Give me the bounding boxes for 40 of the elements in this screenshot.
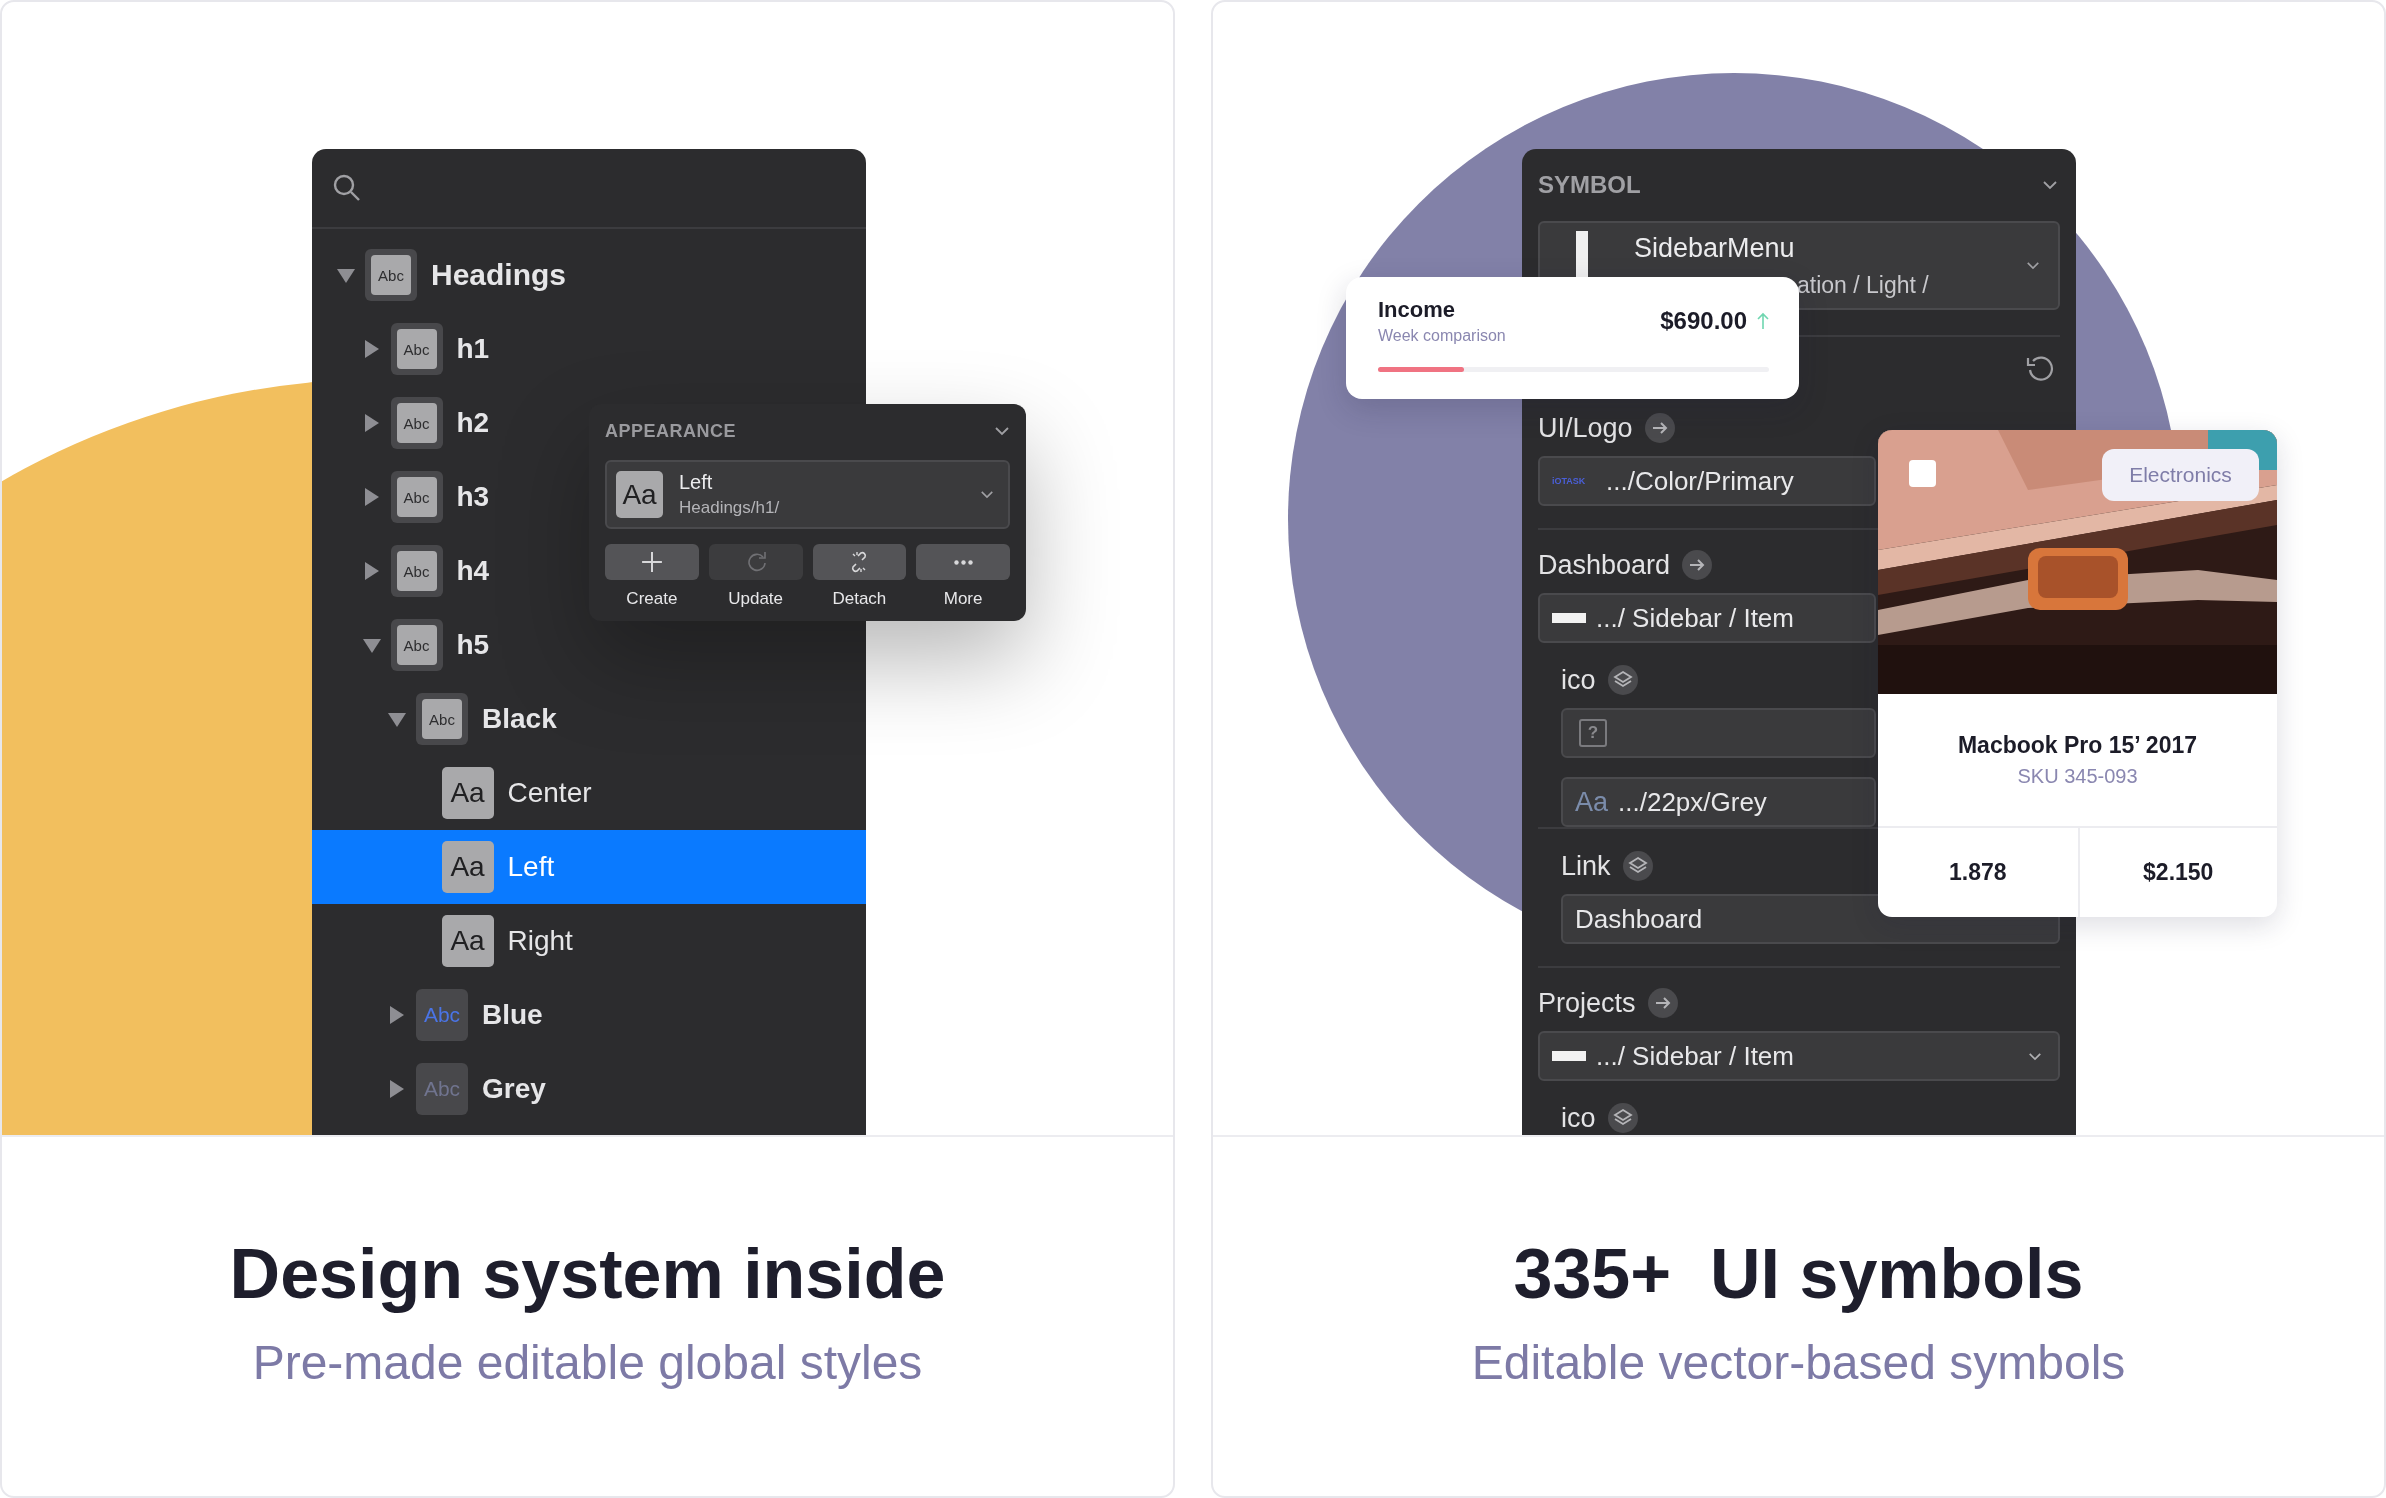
style-thumbnail: Abc: [390, 471, 443, 523]
style-thumbnail: Aa: [441, 767, 494, 819]
style-thumbnail: Abc: [390, 619, 443, 671]
style-path: Headings/h1/: [679, 498, 781, 518]
card-subtitle: Week comparison: [1378, 327, 1506, 345]
style-thumbnail: Aa: [441, 915, 494, 967]
override-label: ico: [1561, 664, 1596, 696]
stat-value: 1.878: [1947, 858, 2008, 887]
section-title: APPEARANCE: [605, 420, 737, 442]
card-subheading: Editable vector-based symbols: [1471, 1335, 2126, 1391]
card-title: Income: [1378, 297, 1457, 323]
card-subheading: Pre-made editable global styles: [252, 1335, 923, 1391]
symbol-name: SidebarMenu: [1634, 233, 1796, 264]
product-title: Macbook Pro 15’ 2017: [1957, 732, 2198, 759]
text-style-thumbnail: Aa: [1575, 786, 1609, 818]
override-label: UI/Logo: [1538, 412, 1633, 444]
override-label: ico: [1561, 1102, 1596, 1134]
override-label: Projects: [1538, 987, 1636, 1019]
card-heading: Design system inside: [229, 1234, 946, 1315]
style-thumbnail: Abc: [365, 249, 417, 301]
style-thumbnail: Abc: [390, 323, 443, 375]
style-name: Left: [679, 471, 714, 494]
missing-image-icon: ?: [1579, 719, 1607, 747]
logo-thumbnail: iOTASK: [1552, 476, 1587, 486]
style-thumbnail: Abc: [416, 989, 468, 1041]
style-thumbnail: Aa: [441, 841, 494, 893]
product-sku: SKU 345-093: [2017, 765, 2138, 788]
stat-value: $2.150: [2077, 828, 2277, 917]
style-thumbnail: Abc: [416, 1063, 468, 1115]
category-tag: Electronics: [2102, 449, 2259, 501]
override-label: Dashboard: [1538, 549, 1671, 581]
style-thumbnail: Abc: [390, 545, 443, 597]
symbol-path: ation / Light /: [1797, 272, 1930, 299]
card-heading: 335+ UI symbols: [1513, 1234, 2084, 1315]
override-label: Link: [1561, 850, 1611, 882]
section-title: SYMBOL: [1538, 171, 1641, 199]
amount: $690.00: [1660, 307, 1747, 335]
style-thumbnail: Aa: [616, 471, 663, 518]
style-thumbnail: Abc: [390, 397, 443, 449]
style-thumbnail: Abc: [416, 693, 468, 745]
